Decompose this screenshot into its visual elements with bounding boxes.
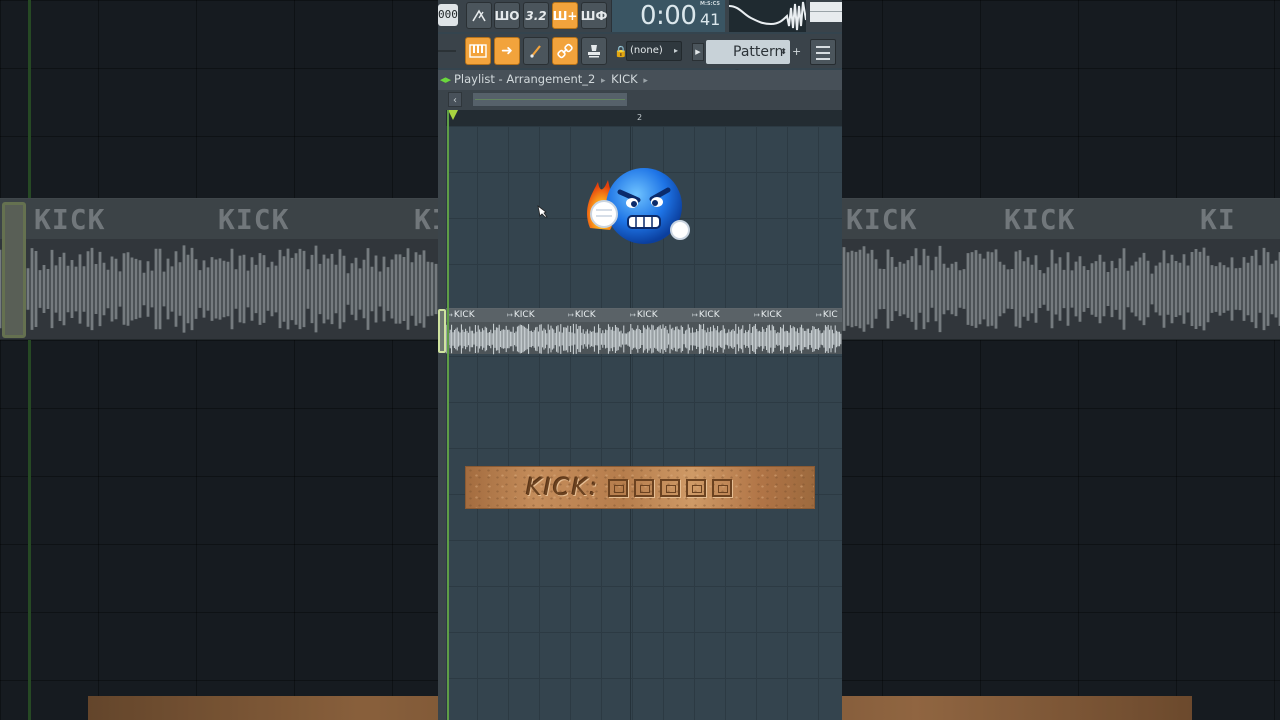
breadcrumb: Playlist - Arrangement_2 ▸ KICK ▸ bbox=[454, 72, 650, 86]
playlist-titlebar[interactable]: ◂▸ Playlist - Arrangement_2 ▸ KICK ▸ bbox=[438, 70, 842, 90]
pattern-prev-button[interactable]: ▶ bbox=[692, 43, 704, 61]
link-button[interactable] bbox=[552, 37, 578, 65]
metronome-icon bbox=[472, 8, 486, 21]
chevron-left-icon: ‹ bbox=[453, 95, 457, 106]
blend-notes-button[interactable]: ШФ bbox=[581, 2, 607, 29]
angry-punching-emoji-icon bbox=[587, 168, 690, 244]
ruler-bar-number: 2 bbox=[637, 113, 643, 122]
play-triangle-icon: ▶ bbox=[695, 48, 701, 56]
clip-label[interactable]: ↦KICK bbox=[507, 309, 535, 322]
chevron-updown-icon: ⬍ bbox=[780, 47, 787, 56]
step-box-icon bbox=[608, 479, 628, 497]
breadcrumb-pattern[interactable]: KICK bbox=[611, 72, 638, 86]
clip-label[interactable]: ↦KIC bbox=[816, 309, 838, 322]
mixer-icon-line bbox=[816, 58, 830, 60]
time-main: 0:00 bbox=[640, 1, 697, 31]
tempo-display[interactable]: 000 bbox=[438, 4, 458, 26]
metronome-button[interactable] bbox=[466, 2, 492, 29]
playhead bbox=[447, 110, 449, 720]
lock-icon: 🔒 bbox=[614, 45, 628, 58]
pattern-selector[interactable]: Pattern 1 ⬍ bbox=[706, 40, 790, 84]
cpu-meter bbox=[810, 2, 842, 22]
toolbar-grip bbox=[438, 50, 456, 52]
stamp-button[interactable] bbox=[581, 37, 607, 65]
timeline-ruler[interactable]: 2 bbox=[446, 110, 842, 126]
step-box-icon bbox=[686, 479, 706, 497]
step-box-icon bbox=[634, 479, 654, 497]
playlist-title: Playlist - Arrangement_2 bbox=[454, 72, 596, 86]
paint-brush-button[interactable] bbox=[523, 37, 549, 65]
step-record-icon: Ш+ bbox=[552, 8, 578, 23]
track-waveform bbox=[446, 323, 842, 355]
scroll-overview-line bbox=[475, 99, 625, 100]
scroll-thumb[interactable] bbox=[472, 92, 628, 107]
song-position-marker-icon[interactable] bbox=[448, 110, 458, 120]
brush-icon bbox=[530, 45, 541, 58]
arrow-right-icon: ➜ bbox=[501, 43, 513, 59]
clip-label[interactable]: ↦KICK bbox=[754, 309, 782, 322]
waveform-path bbox=[446, 323, 842, 355]
add-pattern-button[interactable]: + bbox=[792, 43, 802, 61]
piano-keys-icon bbox=[469, 44, 487, 58]
step-box-icon bbox=[660, 479, 680, 497]
transport-toolbar: 000 ШО 3.2 Ш+ ШФ 0:00 M:S:CS 41 bbox=[438, 0, 842, 32]
breadcrumb-chevron-icon: ▸ bbox=[600, 76, 606, 86]
time-format-label: M:S:CS bbox=[700, 1, 720, 7]
banner-text: KICK: bbox=[526, 473, 600, 501]
record-loop-icon: ШО bbox=[494, 8, 520, 23]
clip-play-icon: ↦ bbox=[630, 311, 636, 319]
step-record-button[interactable]: Ш+ bbox=[552, 2, 578, 29]
stamp-icon bbox=[588, 45, 600, 58]
kick-dirt-banner: KICK: bbox=[465, 466, 815, 509]
clip-label[interactable]: ↦KICK bbox=[692, 309, 720, 322]
scroll-left-button[interactable]: ‹ bbox=[448, 92, 462, 107]
snap-value: (none) bbox=[630, 45, 663, 56]
breadcrumb-chevron-icon: ▸ bbox=[643, 76, 648, 86]
kick-track[interactable]: ↦KICK ↦KICK ↦KICK ↦KICK ↦KICK ↦KICK ↦KIC bbox=[446, 308, 842, 355]
clip-play-icon: ↦ bbox=[507, 311, 513, 319]
piano-roll-button[interactable] bbox=[465, 37, 491, 65]
clip-label[interactable]: ↦KICK bbox=[447, 309, 475, 322]
clip-label[interactable]: ↦KICK bbox=[568, 309, 596, 322]
time-centiseconds: 41 bbox=[700, 10, 721, 29]
blend-notes-icon: ШФ bbox=[580, 8, 608, 23]
clip-play-icon: ↦ bbox=[692, 311, 698, 319]
step-box-icon bbox=[712, 479, 732, 497]
mixer-button[interactable] bbox=[810, 39, 836, 65]
countdown-button[interactable]: 3.2 bbox=[523, 2, 549, 29]
record-loop-button[interactable]: ШО bbox=[494, 2, 520, 29]
clip-play-icon: ↦ bbox=[568, 311, 574, 319]
snap-dropdown[interactable]: (none) ▸ bbox=[626, 41, 682, 61]
track-header-strip bbox=[438, 110, 446, 720]
track-selection-handle[interactable] bbox=[438, 309, 446, 353]
clip-play-icon: ↦ bbox=[816, 311, 822, 319]
chain-link-icon bbox=[557, 43, 573, 59]
mixer-icon bbox=[816, 46, 830, 48]
mixer-icon-line bbox=[816, 52, 830, 54]
clip-play-icon: ↦ bbox=[754, 311, 760, 319]
horizontal-scrollbar: ‹ bbox=[438, 90, 842, 110]
time-display[interactable]: 0:00 M:S:CS 41 bbox=[611, 0, 725, 32]
fl-studio-window: 000 ШО 3.2 Ш+ ШФ 0:00 M:S:CS 41 ➜ 🔒 (non… bbox=[438, 0, 842, 720]
paint-arrow-button[interactable]: ➜ bbox=[494, 37, 520, 65]
chevron-right-icon: ▸ bbox=[673, 46, 678, 55]
cpu-meter-divider bbox=[810, 11, 842, 12]
countdown-icon: 3.2 bbox=[525, 8, 547, 23]
oscilloscope bbox=[728, 0, 807, 32]
plus-icon: + bbox=[792, 45, 802, 58]
playlist-icon: ◂▸ bbox=[440, 73, 452, 86]
clip-label[interactable]: ↦KICK bbox=[630, 309, 658, 322]
oscilloscope-waveform-icon bbox=[728, 1, 807, 31]
pattern-toolbar: ➜ 🔒 (none) ▸ ▶ Pattern ⬍ + bbox=[438, 34, 842, 84]
mouse-cursor-icon bbox=[537, 205, 548, 218]
